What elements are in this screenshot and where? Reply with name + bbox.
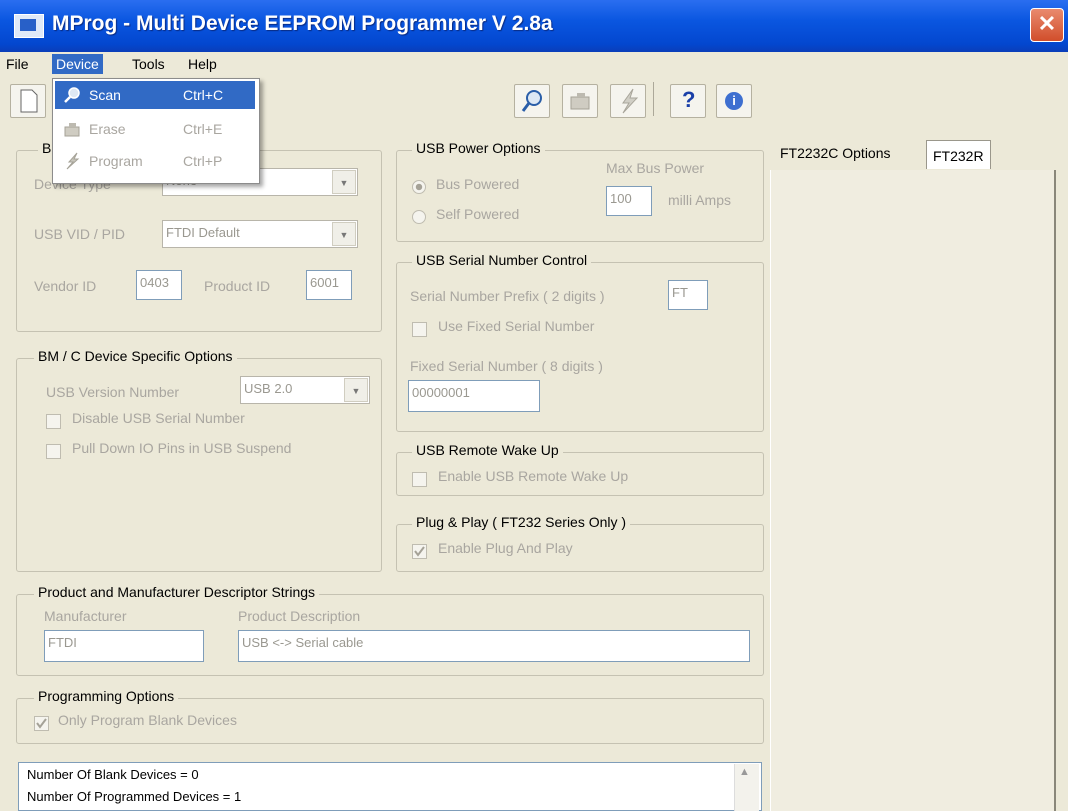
log-line: Number Of Programmed Devices = 1 — [27, 789, 242, 804]
program-button[interactable] — [610, 84, 646, 118]
programming-options-title: Programming Options — [34, 688, 179, 704]
status-log: Number Of Blank Devices = 0 Number Of Pr… — [18, 762, 762, 811]
manufacturer-field[interactable]: FTDI — [44, 630, 204, 662]
disable-serial-checkbox[interactable] — [46, 414, 61, 429]
title-bar: MProg - Multi Device EEPROM Programmer V… — [0, 0, 1068, 52]
menu-item-program[interactable]: Program Ctrl+P — [55, 147, 255, 175]
chevron-down-icon: ▼ — [332, 222, 356, 246]
usb-vid-pid-value: FTDI Default — [166, 225, 240, 240]
scan-shortcut: Ctrl+C — [183, 87, 224, 103]
use-fixed-serial-label: Use Fixed Serial Number — [438, 318, 595, 334]
plug-and-play-title: Plug & Play ( FT232 Series Only ) — [412, 514, 631, 530]
chevron-up-icon[interactable]: ▲ — [739, 766, 750, 778]
fixed-serial-field[interactable]: 00000001 — [408, 380, 540, 412]
info-glyph: i — [732, 93, 736, 108]
new-file-icon — [20, 89, 38, 113]
remote-wake-title: USB Remote Wake Up — [412, 442, 563, 458]
serial-control-title: USB Serial Number Control — [412, 252, 592, 268]
menu-help[interactable]: Help — [184, 54, 221, 74]
checkmark-icon — [414, 546, 425, 557]
enable-remote-wake-checkbox[interactable] — [412, 472, 427, 487]
power-options-title: USB Power Options — [412, 140, 545, 156]
descriptor-strings-title: Product and Manufacturer Descriptor Stri… — [34, 584, 320, 600]
magnifier-icon — [521, 90, 542, 112]
product-id-label: Product ID — [204, 278, 271, 294]
tab-content-panel — [770, 170, 1056, 811]
magnifier-icon — [64, 87, 80, 103]
menu-bar: File Device Tools Help — [0, 52, 1068, 76]
program-label: Program — [89, 153, 143, 169]
bus-powered-label: Bus Powered — [436, 176, 520, 192]
close-button[interactable]: ✕ — [1030, 8, 1064, 42]
max-bus-power-field[interactable]: 100 — [606, 186, 652, 216]
only-blank-label: Only Program Blank Devices — [58, 712, 237, 728]
erase-shortcut: Ctrl+E — [183, 121, 223, 137]
use-fixed-serial-checkbox[interactable] — [412, 322, 427, 337]
disable-serial-label: Disable USB Serial Number — [72, 410, 245, 426]
product-description-label: Product Description — [238, 608, 361, 624]
scan-button[interactable] — [514, 84, 550, 118]
erase-button[interactable] — [562, 84, 598, 118]
new-file-button[interactable] — [10, 84, 46, 118]
lightning-icon — [622, 88, 639, 114]
help-button[interactable]: ? — [670, 84, 706, 118]
lightning-icon — [66, 152, 80, 170]
vendor-id-field[interactable]: 0403 — [136, 270, 182, 300]
about-button[interactable]: i — [716, 84, 752, 118]
max-bus-power-label: Max Bus Power — [606, 160, 705, 176]
program-shortcut: Ctrl+P — [183, 153, 223, 169]
serial-prefix-label: Serial Number Prefix ( 2 digits ) — [410, 288, 605, 304]
manufacturer-label: Manufacturer — [44, 608, 127, 624]
menu-device[interactable]: Device — [52, 54, 103, 74]
tab-ft232r[interactable]: FT232R — [926, 140, 991, 169]
enable-remote-wake-label: Enable USB Remote Wake Up — [438, 468, 629, 484]
menu-tools[interactable]: Tools — [128, 54, 169, 74]
app-icon — [14, 14, 44, 38]
pull-down-checkbox[interactable] — [46, 444, 61, 459]
checkmark-icon — [36, 718, 47, 729]
toolbar-separator — [653, 82, 654, 116]
bmc-options-title: BM / C Device Specific Options — [34, 348, 237, 364]
usb-vid-pid-select[interactable]: FTDI Default ▼ — [162, 220, 358, 248]
usb-version-label: USB Version Number — [46, 384, 180, 400]
serial-prefix-field[interactable]: FT — [668, 280, 708, 310]
chevron-down-icon: ▼ — [332, 170, 356, 194]
scan-label: Scan — [89, 87, 121, 103]
usb-version-value: USB 2.0 — [244, 381, 293, 396]
info-icon: i — [725, 92, 743, 110]
enable-pnp-checkbox[interactable] — [412, 544, 427, 559]
question-icon: ? — [682, 87, 696, 112]
only-blank-checkbox[interactable] — [34, 716, 49, 731]
product-id-field[interactable]: 6001 — [306, 270, 352, 300]
product-description-field[interactable]: USB <-> Serial cable — [238, 630, 750, 662]
vendor-id-label: Vendor ID — [34, 278, 97, 294]
eraser-icon — [64, 123, 80, 137]
erase-label: Erase — [89, 121, 126, 137]
tab-ft2232c-options[interactable]: FT2232C Options — [774, 138, 897, 168]
pull-down-label: Pull Down IO Pins in USB Suspend — [72, 440, 292, 456]
enable-pnp-label: Enable Plug And Play — [438, 540, 573, 556]
menu-item-erase[interactable]: Erase Ctrl+E — [55, 115, 255, 143]
window-title: MProg - Multi Device EEPROM Programmer V… — [52, 12, 553, 35]
fixed-serial-label: Fixed Serial Number ( 8 digits ) — [410, 358, 603, 374]
usb-version-select[interactable]: USB 2.0 ▼ — [240, 376, 370, 404]
milli-amps-label: milli Amps — [668, 192, 732, 208]
log-scrollbar[interactable]: ▲ — [734, 764, 759, 811]
chevron-down-icon: ▼ — [344, 378, 368, 402]
self-powered-label: Self Powered — [436, 206, 520, 222]
eraser-icon — [570, 93, 590, 110]
menu-file[interactable]: File — [2, 54, 33, 74]
menu-item-scan[interactable]: Scan Ctrl+C — [55, 81, 255, 109]
device-menu-dropdown: Scan Ctrl+C Erase Ctrl+E Program Ctrl+P — [52, 78, 260, 184]
self-powered-radio[interactable] — [412, 210, 426, 224]
log-line: Number Of Blank Devices = 0 — [27, 767, 199, 782]
usb-vid-pid-label: USB VID / PID — [34, 226, 126, 242]
bus-powered-radio[interactable] — [412, 180, 426, 194]
